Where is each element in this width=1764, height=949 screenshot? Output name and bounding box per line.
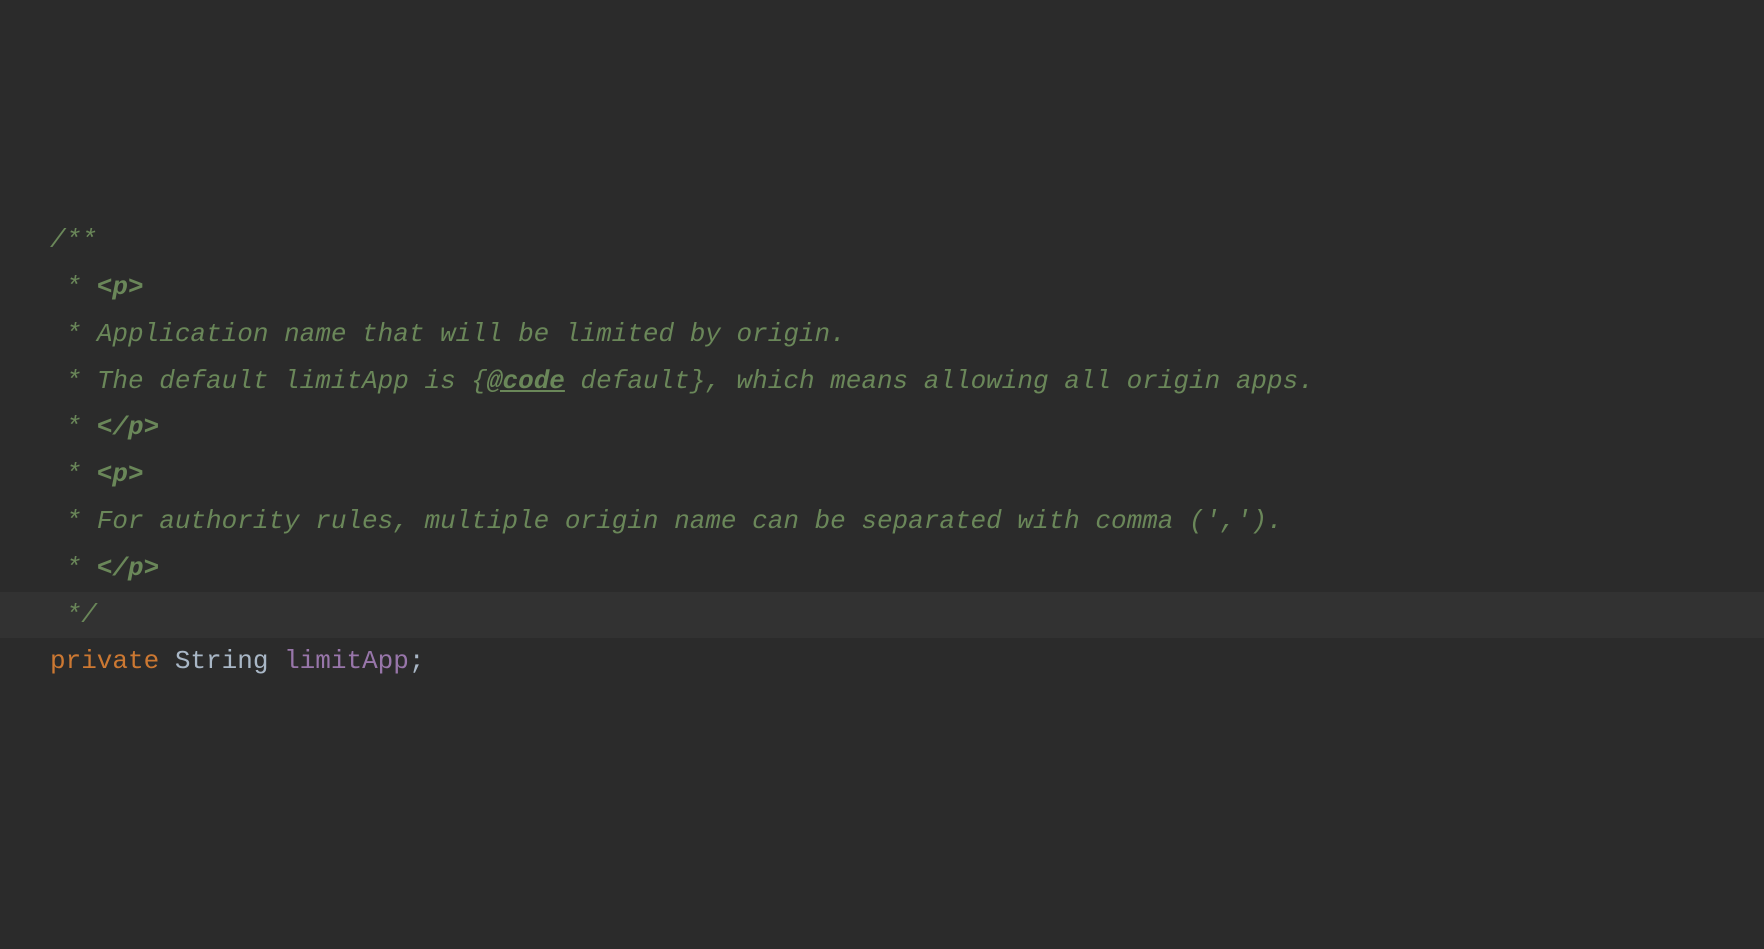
code-line-highlighted: */	[0, 592, 1764, 639]
code-line: * <p>	[50, 264, 1764, 311]
space	[268, 646, 284, 676]
javadoc-star: *	[50, 459, 97, 489]
javadoc-star: *	[50, 366, 97, 396]
code-line: * </p>	[50, 404, 1764, 451]
javadoc-open: /**	[50, 225, 97, 255]
javadoc-star: *	[50, 319, 97, 349]
semicolon: ;	[409, 646, 425, 676]
code-line: * </p>	[50, 545, 1764, 592]
code-line: * Application name that will be limited …	[50, 311, 1764, 358]
javadoc-close: */	[50, 600, 97, 630]
javadoc-tag-p-close: </p>	[97, 412, 159, 442]
javadoc-tag-p: <p>	[97, 459, 144, 489]
javadoc-code-tag: @code	[487, 366, 565, 396]
keyword-private: private	[50, 646, 159, 676]
javadoc-star: *	[50, 412, 97, 442]
javadoc-text: The default limitApp is {	[97, 366, 487, 396]
javadoc-text: Application name that will be limited by…	[97, 319, 846, 349]
javadoc-star: *	[50, 272, 97, 302]
javadoc-star: *	[50, 553, 97, 583]
code-line: /**	[50, 217, 1764, 264]
javadoc-text: default}, which means allowing all origi…	[565, 366, 1314, 396]
javadoc-tag-p-close: </p>	[97, 553, 159, 583]
space	[159, 646, 175, 676]
type-string: String	[175, 646, 269, 676]
code-line: * <p>	[50, 451, 1764, 498]
code-line: * For authority rules, multiple origin n…	[50, 498, 1764, 545]
code-line: * The default limitApp is {@code default…	[50, 358, 1764, 405]
field-name: limitApp	[284, 646, 409, 676]
code-line: private String limitApp;	[50, 638, 1764, 685]
javadoc-star: *	[50, 506, 97, 536]
code-editor[interactable]: /** * <p> * Application name that will b…	[50, 217, 1764, 685]
javadoc-tag-p: <p>	[97, 272, 144, 302]
javadoc-text: For authority rules, multiple origin nam…	[97, 506, 1283, 536]
